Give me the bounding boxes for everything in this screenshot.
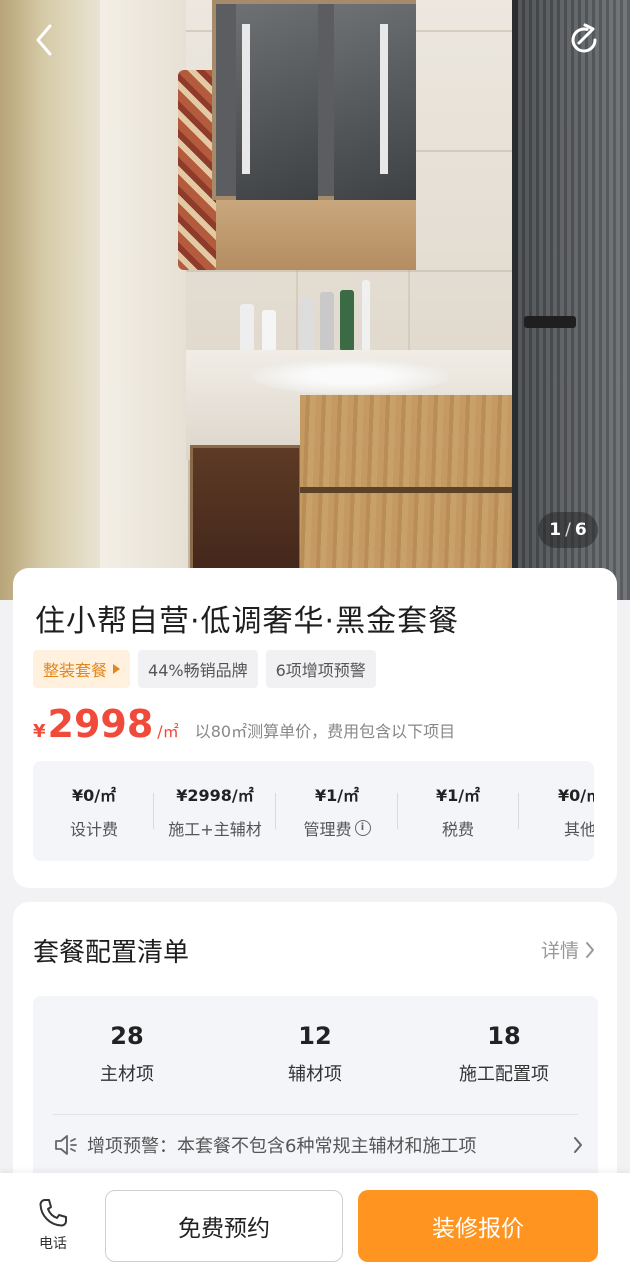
package-title: 住小帮自营·低调奢华·黑金套餐 xyxy=(35,604,460,639)
speaker-icon xyxy=(55,1135,77,1155)
price-value: 2998 xyxy=(47,702,154,746)
chevron-right-icon xyxy=(586,941,594,958)
quote-button[interactable]: 装修报价 xyxy=(358,1190,598,1262)
fee-design: ¥0/㎡ 设计费 xyxy=(69,786,118,839)
section-title: 套餐配置清单 xyxy=(33,938,190,968)
detail-link[interactable]: 详情 xyxy=(541,936,595,963)
tag-brand: 44%畅销品牌 xyxy=(138,650,258,688)
chevron-left-icon xyxy=(36,24,52,56)
fee-breakdown[interactable]: ¥0/㎡ 设计费 ¥2998/㎡ 施工+主辅材 ¥1/㎡ 管理费 i ¥1/㎡ … xyxy=(33,761,594,861)
stat-construction-items[interactable]: 18 施工配置项 xyxy=(410,1022,598,1086)
price-note: 以80㎡测算单价，费用包含以下项目 xyxy=(194,722,456,741)
hero-gallery[interactable] xyxy=(0,0,630,600)
share-button[interactable] xyxy=(562,18,606,62)
tag-warning: 6项增项预警 xyxy=(265,650,376,688)
package-info-card: 住小帮自营·低调奢华·黑金套餐 整装套餐 44%畅销品牌 6项增项预警 ¥ 29… xyxy=(13,568,617,888)
triangle-right-icon xyxy=(113,664,121,674)
info-circle-icon[interactable]: i xyxy=(354,820,371,836)
price-row: ¥ 2998 /㎡ 以80㎡测算单价，费用包含以下项目 xyxy=(33,702,455,746)
chevron-right-icon xyxy=(574,1137,582,1153)
fee-construction: ¥2998/㎡ 施工+主辅材 xyxy=(168,786,262,839)
config-list-card: 套餐配置清单 详情 28 主材项 12 辅材项 18 施工配置项 增项预警：本套… xyxy=(13,902,617,1202)
stat-main-materials[interactable]: 28 主材项 xyxy=(33,1022,221,1086)
addon-warning-row[interactable]: 增项预警：本套餐不包含6种常规主辅材和施工项 xyxy=(53,1132,583,1158)
stat-aux-materials[interactable]: 12 辅材项 xyxy=(221,1022,409,1086)
fee-tax: ¥1/㎡ 税费 xyxy=(435,786,481,839)
back-button[interactable] xyxy=(22,18,66,62)
phone-icon xyxy=(39,1199,67,1227)
fee-other: ¥0/㎡ 其他 xyxy=(557,786,594,839)
tag-package-type[interactable]: 整装套餐 xyxy=(33,650,131,688)
gallery-counter: 1 / 6 xyxy=(538,512,598,548)
config-summary: 28 主材项 12 辅材项 18 施工配置项 增项预警：本套餐不包含6种常规主辅… xyxy=(33,996,598,1186)
fee-management[interactable]: ¥1/㎡ 管理费 i xyxy=(276,761,398,861)
tag-row: 整装套餐 44%畅销品牌 6项增项预警 xyxy=(33,650,376,688)
price-currency: ¥ xyxy=(33,721,46,742)
share-icon xyxy=(571,23,597,53)
bottom-action-bar: 电话 免费预约 装修报价 xyxy=(0,1173,630,1280)
price-unit: /㎡ xyxy=(157,722,179,741)
phone-button[interactable]: 电话 xyxy=(22,1197,84,1253)
free-booking-button[interactable]: 免费预约 xyxy=(105,1190,343,1262)
